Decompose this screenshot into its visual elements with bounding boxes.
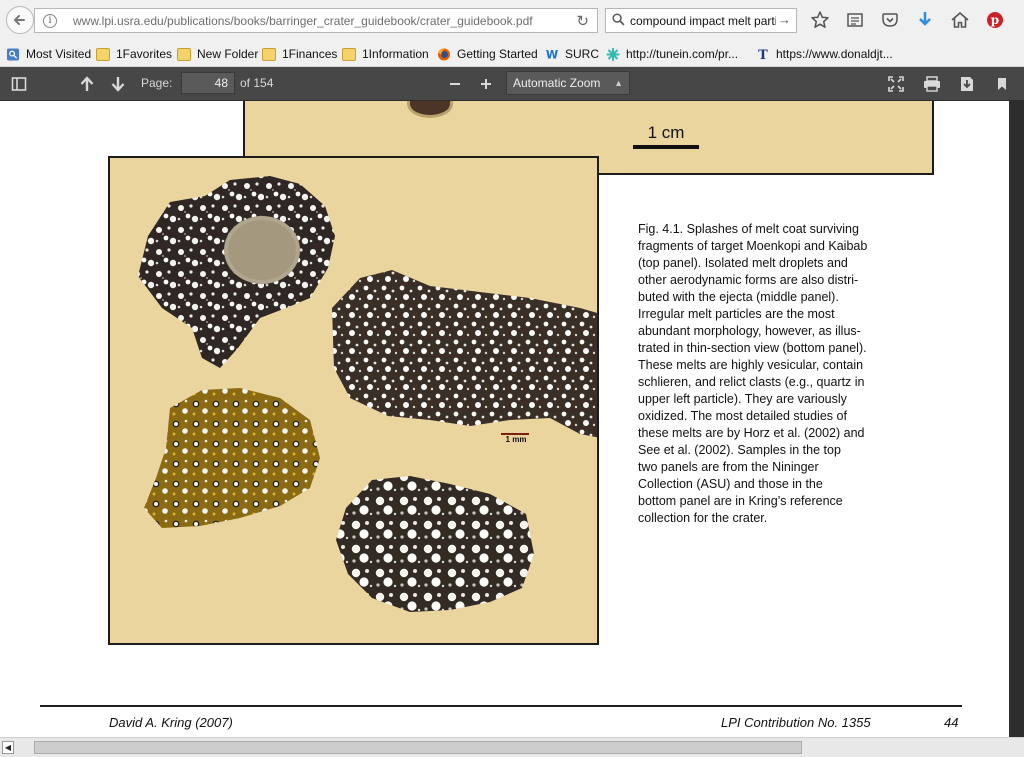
folder-icon: [262, 47, 276, 61]
scroll-left-arrow-icon[interactable]: ◀: [2, 741, 14, 754]
bookmark-getting-started[interactable]: Getting Started: [437, 46, 538, 62]
bookmark-star-icon[interactable]: [806, 9, 834, 31]
print-icon: [924, 76, 940, 92]
bookmark-1information[interactable]: 1Information: [342, 46, 429, 62]
surc-icon: W: [546, 48, 558, 60]
back-button[interactable]: [6, 6, 34, 34]
horizontal-scrollbar[interactable]: ◀: [0, 737, 1024, 757]
bookmark-tunein[interactable]: http://tunein.com/pr...: [606, 46, 738, 62]
svg-text:W: W: [546, 48, 558, 60]
pdf-viewer[interactable]: 1 cm 1 mm Fig. 4.1. Splashes of melt coa…: [0, 101, 1009, 737]
melt-splash-sample-image: [410, 101, 450, 115]
scale-bar: [633, 145, 699, 149]
reading-list-icon[interactable]: [841, 9, 869, 31]
bookmark-star-icon: [6, 47, 20, 61]
footer-divider: [40, 705, 962, 707]
presentation-mode-button[interactable]: [887, 75, 905, 93]
sidebar-toggle-icon: [11, 77, 27, 91]
zoom-select[interactable]: Automatic Zoom ▲▼: [506, 71, 630, 110]
bookmark-new-folder[interactable]: New Folder: [177, 46, 258, 62]
print-button[interactable]: [922, 75, 942, 93]
thin-section-panel: 1 mm: [108, 156, 599, 645]
next-page-button[interactable]: [108, 74, 128, 94]
arrow-down-icon: [111, 77, 125, 92]
bookmark-view-button[interactable]: [995, 75, 1009, 93]
pdf-toolbar: Page: of 154 Automatic Zoom ▲▼: [0, 67, 1024, 110]
zoom-in-button[interactable]: [478, 75, 494, 93]
bookmark-label: Most Visited: [26, 47, 92, 61]
search-bar[interactable]: →: [605, 8, 797, 33]
bookmarks-bar: Most Visited 1Favorites New Folder 1Fina…: [0, 40, 1024, 67]
figure-caption: Fig. 4.1. Splashes of melt coat survivin…: [638, 222, 868, 525]
minus-icon: [450, 83, 460, 85]
bookmark-label: 1Favorites: [116, 47, 173, 61]
bookmark-label: 1Information: [362, 47, 429, 61]
horizontal-scroll-thumb[interactable]: [34, 741, 802, 754]
browser-navbar: i www.lpi.usra.edu/publications/books/ba…: [0, 0, 1024, 40]
search-input[interactable]: [630, 12, 776, 30]
bookmark-label: Getting Started: [457, 47, 538, 61]
sidebar-toggle-button[interactable]: [10, 75, 28, 93]
bookmark-donaldjt[interactable]: T https://www.donaldjt...: [756, 46, 893, 62]
bookmark-1finances[interactable]: 1Finances: [262, 46, 337, 62]
download-icon[interactable]: [911, 9, 939, 31]
nav-toolbar-icons: p: [806, 9, 1016, 31]
bookmark-label: SURC: [565, 47, 600, 61]
page-number-input[interactable]: [181, 72, 235, 94]
folder-icon: [96, 47, 110, 61]
search-icon: [612, 13, 625, 26]
back-arrow-icon: [14, 15, 25, 25]
bookmark-label: New Folder: [197, 47, 259, 61]
reload-icon[interactable]: ↻: [576, 12, 589, 30]
folder-icon: [342, 47, 356, 61]
plus-icon: [481, 79, 491, 89]
zoom-select-value: Automatic Zoom: [513, 76, 601, 90]
zoom-out-button[interactable]: [447, 75, 463, 93]
footer-page-number: 44: [944, 715, 959, 730]
page-label: Page:: [141, 76, 173, 90]
pocket-icon[interactable]: [876, 9, 904, 31]
footer-author: David A. Kring (2007): [109, 715, 233, 730]
scale-bar-label: 1 mm: [505, 435, 527, 444]
pinterest-icon[interactable]: p: [981, 9, 1009, 31]
page-total: of 154: [240, 76, 274, 90]
vertical-scrollbar[interactable]: [1009, 101, 1024, 737]
bookmark-icon: [998, 78, 1006, 90]
previous-page-button[interactable]: [77, 74, 97, 94]
search-go-icon[interactable]: →: [778, 12, 791, 27]
bookmark-most-visited[interactable]: Most Visited: [6, 46, 91, 62]
bookmark-surc[interactable]: W SURC: [545, 46, 599, 62]
tunein-icon: [606, 47, 620, 61]
footer-contribution: LPI Contribution No. 1355: [721, 715, 871, 730]
svg-text:T: T: [758, 48, 768, 61]
save-icon: [961, 77, 973, 91]
t-icon: T: [758, 48, 768, 61]
download-pdf-button[interactable]: [958, 75, 976, 93]
url-text[interactable]: www.lpi.usra.edu/publications/books/barr…: [73, 14, 533, 28]
url-bar[interactable]: i www.lpi.usra.edu/publications/books/ba…: [34, 8, 598, 33]
firefox-icon: [437, 47, 451, 61]
fullscreen-icon: [888, 76, 904, 92]
svg-text:p: p: [991, 13, 999, 27]
home-icon[interactable]: [946, 9, 974, 31]
bookmark-label: 1Finances: [282, 47, 338, 61]
info-icon[interactable]: i: [43, 14, 57, 28]
bookmark-1favorites[interactable]: 1Favorites: [96, 46, 172, 62]
thin-section-particles-image: [138, 176, 597, 612]
bookmark-label: https://www.donaldjt...: [776, 47, 893, 61]
folder-icon: [177, 47, 191, 61]
bookmark-label: http://tunein.com/pr...: [626, 47, 739, 61]
arrow-up-icon: [80, 76, 94, 91]
scale-bar-label: 1 cm: [647, 123, 685, 142]
